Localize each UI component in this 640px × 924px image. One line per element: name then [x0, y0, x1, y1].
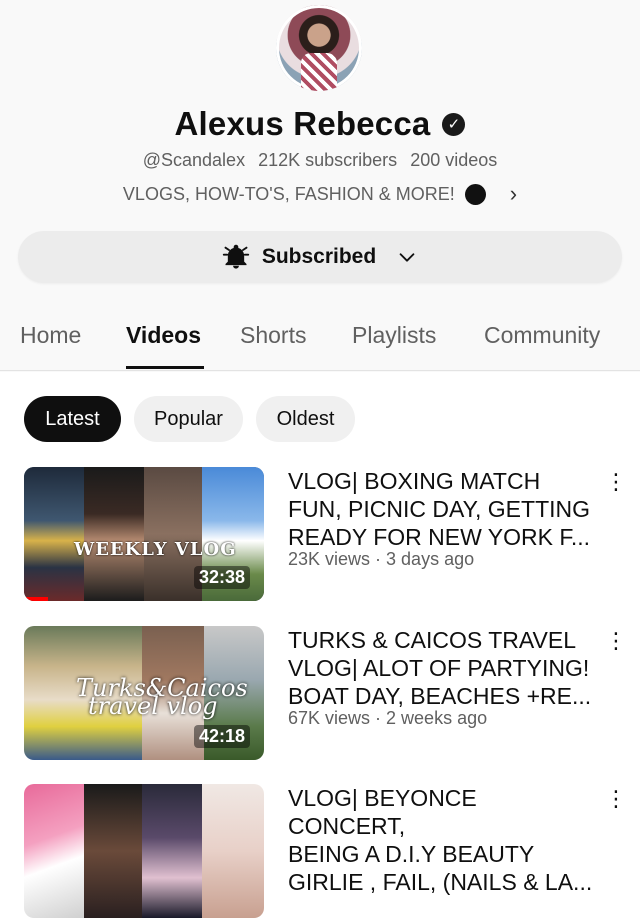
sort-chips: Latest Popular Oldest — [0, 396, 640, 442]
video-title-line: TURKS & CAICOS TRAVEL — [288, 627, 576, 653]
thumbnail-subtitle-text: travel vlog — [88, 692, 218, 720]
chip-latest[interactable]: Latest — [24, 396, 121, 442]
channel-avatar[interactable] — [276, 5, 362, 91]
video-title[interactable]: TURKS & CAICOS TRAVEL VLOG| ALOT OF PART… — [288, 626, 598, 710]
subscribed-button[interactable]: Subscribed — [18, 231, 622, 283]
video-title-line: BEING A D.I.Y BEAUTY — [288, 841, 535, 867]
video-title-line: READY FOR NEW YORK F... — [288, 524, 591, 550]
video-thumbnail[interactable] — [24, 784, 264, 918]
channel-description-link[interactable]: VLOGS, HOW-TO'S, FASHION & MORE! › — [0, 181, 640, 207]
more-options-icon[interactable]: ⋮ — [605, 786, 627, 812]
channel-description: VLOGS, HOW-TO'S, FASHION & MORE! — [122, 183, 455, 204]
chevron-down-icon — [399, 253, 415, 262]
video-title[interactable]: VLOG| BOXING MATCH FUN, PICNIC DAY, GETT… — [288, 467, 598, 551]
tab-home[interactable]: Home — [20, 322, 81, 349]
tab-playlists[interactable]: Playlists — [352, 322, 436, 349]
video-title-line: GIRLIE , FAIL, (NAILS & LA... — [288, 869, 593, 895]
thumbnail-title-text: WEEKLY VLOG — [74, 539, 237, 560]
channel-meta: @Scandalex 212K subscribers 200 videos — [0, 150, 640, 171]
video-title-line: VLOG| ALOT OF PARTYING! — [288, 655, 590, 681]
video-item[interactable]: WEEKLY VLOG 32:38 VLOG| BOXING MATCH FUN… — [0, 467, 640, 607]
chevron-right-icon: › — [509, 181, 518, 206]
video-thumbnail[interactable]: WEEKLY VLOG 32:38 — [24, 467, 264, 601]
more-options-icon[interactable]: ⋮ — [605, 469, 627, 495]
video-title-line: FUN, PICNIC DAY, GETTING — [288, 496, 591, 522]
watch-progress-bar — [24, 597, 48, 601]
video-meta: 67K views · 2 weeks ago — [288, 708, 488, 728]
video-title-line: BOAT DAY, BEACHES +RE... — [288, 683, 592, 709]
subscriber-count: 212K subscribers — [258, 150, 398, 170]
chip-oldest[interactable]: Oldest — [256, 396, 355, 442]
video-title[interactable]: VLOG| BEYONCE CONCERT, BEING A D.I.Y BEA… — [288, 784, 598, 896]
channel-handle: @Scandalex — [142, 150, 246, 170]
video-item[interactable]: VLOG| BEYONCE CONCERT, BEING A D.I.Y BEA… — [0, 784, 640, 924]
more-options-icon[interactable]: ⋮ — [605, 628, 627, 654]
video-item[interactable]: Turks&Caicos travel vlog 42:18 TURKS & C… — [0, 626, 640, 766]
video-title-line: VLOG| BOXING MATCH — [288, 468, 541, 494]
tab-shorts[interactable]: Shorts — [240, 322, 306, 349]
active-tab-indicator — [126, 366, 204, 369]
channel-name-row: Alexus Rebecca ✓ — [0, 104, 640, 144]
chip-popular[interactable]: Popular — [134, 396, 243, 442]
tab-videos[interactable]: Videos — [126, 322, 201, 349]
video-title-line: VLOG| BEYONCE CONCERT, — [288, 785, 477, 839]
tabs-divider — [0, 370, 640, 371]
channel-tabs: Home Videos Shorts Playlists Community — [0, 310, 640, 370]
video-duration: 42:18 — [193, 725, 250, 748]
black-circle-emoji-icon — [464, 183, 486, 205]
subscribed-label: Subscribed — [261, 245, 377, 268]
video-meta: 23K views · 3 days ago — [288, 549, 475, 569]
video-duration: 32:38 — [193, 566, 250, 589]
video-thumbnail[interactable]: Turks&Caicos travel vlog 42:18 — [24, 626, 264, 760]
tab-community[interactable]: Community — [484, 322, 600, 349]
channel-name: Alexus Rebecca — [174, 105, 431, 142]
verified-badge-icon: ✓ — [442, 112, 466, 136]
bell-icon — [222, 244, 249, 269]
video-count: 200 videos — [410, 150, 498, 170]
